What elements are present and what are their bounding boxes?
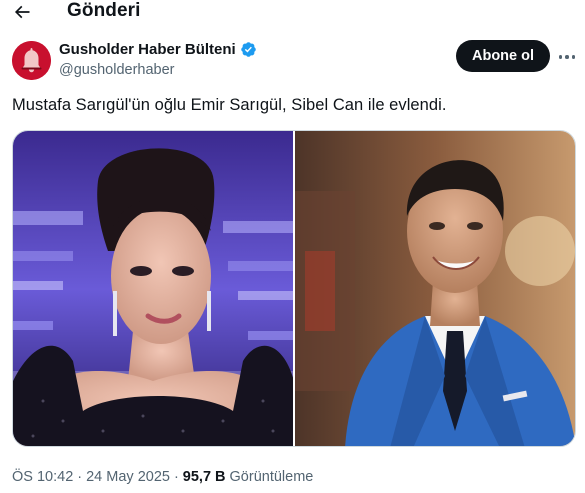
tweet-date[interactable]: 24 May 2025 <box>86 469 170 485</box>
tweet-meta: ÖS 10:42 · 24 May 2025 · 95,7 B Görüntül… <box>12 469 313 485</box>
bell-icon <box>12 41 51 80</box>
photo-woman[interactable] <box>13 131 293 446</box>
author-name-row: Gusholder Haber Bülteni <box>59 41 257 58</box>
photo-woman-image <box>13 131 293 446</box>
back-button[interactable] <box>9 0 35 25</box>
meta-separator: · <box>77 469 83 485</box>
meta-separator: · <box>173 469 179 485</box>
follow-button[interactable]: Abone ol <box>456 40 550 72</box>
verified-badge-icon[interactable] <box>240 41 257 58</box>
views-label[interactable]: Görüntüleme <box>230 469 314 485</box>
photo-man-image <box>295 131 575 446</box>
tweet-time[interactable]: ÖS 10:42 <box>12 469 73 485</box>
arrow-left-icon <box>14 5 30 19</box>
photo-man[interactable] <box>295 131 575 446</box>
more-dots-icon[interactable] <box>556 48 578 66</box>
dot <box>571 55 576 59</box>
dot <box>558 55 563 59</box>
media-grid[interactable] <box>12 130 576 447</box>
views-count[interactable]: 95,7 B <box>183 469 226 485</box>
author-name[interactable]: Gusholder Haber Bülteni <box>59 41 236 58</box>
author-handle[interactable]: @gusholderhaber <box>59 62 175 78</box>
avatar[interactable] <box>12 41 51 80</box>
tweet-text: Mustafa Sarıgül'ün oğlu Emir Sarıgül, Si… <box>12 96 447 114</box>
dot <box>565 55 569 59</box>
page-title: Gönderi <box>67 0 141 21</box>
top-bar: Gönderi <box>0 0 585 28</box>
